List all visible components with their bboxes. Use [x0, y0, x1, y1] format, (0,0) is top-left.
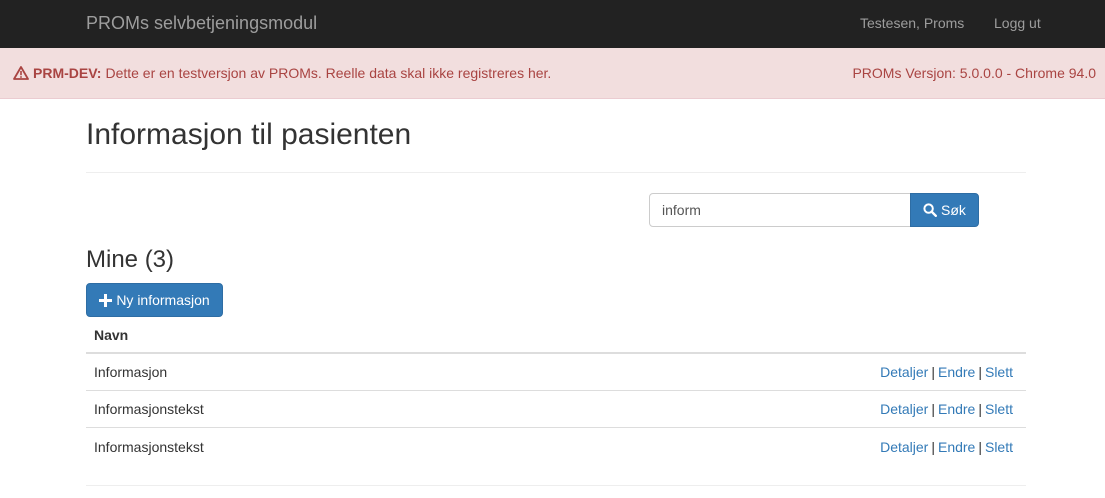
table-row: Informasjonstekst Detaljer | Endre | Slett: [86, 391, 1026, 428]
version-info: PROMs Versjon: 5.0.0.0 - Chrome 94.0: [852, 65, 1096, 81]
search-button[interactable]: Søk: [910, 193, 979, 227]
top-navbar: PROMs selvbetjeningsmodul Testesen, Prom…: [0, 0, 1105, 48]
action-separator: |: [931, 364, 935, 380]
delete-link[interactable]: Slett: [985, 364, 1013, 380]
plus-icon: [99, 293, 113, 307]
action-separator: |: [931, 438, 935, 455]
action-separator: |: [978, 438, 982, 455]
page-title: Informasjon til pasienten: [86, 118, 412, 151]
dev-environment-alert: PRM-DEV: Dette er en testversjon av PROM…: [0, 48, 1105, 99]
warning-icon: [13, 66, 29, 80]
edit-link[interactable]: Endre: [938, 439, 975, 455]
action-separator: |: [978, 401, 982, 417]
delete-link[interactable]: Slett: [985, 439, 1013, 455]
app-brand[interactable]: PROMs selvbetjeningsmodul: [86, 13, 317, 34]
delete-link[interactable]: Slett: [985, 401, 1013, 417]
alert-text: Dette er en testversjon av PROMs. Reelle…: [105, 65, 552, 81]
table-header-name: Navn: [86, 317, 1026, 354]
table-row: Informasjonstekst Detaljer | Endre | Slett: [86, 428, 1026, 465]
alert-message: PRM-DEV: Dette er en testversjon av PROM…: [13, 65, 551, 81]
edit-link[interactable]: Endre: [938, 364, 975, 380]
section-title: Mine (3): [86, 246, 175, 273]
details-link[interactable]: Detaljer: [880, 439, 928, 455]
action-separator: |: [931, 401, 935, 417]
details-link[interactable]: Detaljer: [880, 401, 928, 417]
search-input[interactable]: [649, 193, 911, 227]
row-actions: Detaljer | Endre | Slett: [880, 401, 1013, 417]
details-link[interactable]: Detaljer: [880, 364, 928, 380]
add-information-button[interactable]: Ny informasjon: [86, 283, 223, 317]
row-name: Informasjonstekst: [94, 438, 204, 455]
search-button-label: Søk: [941, 202, 966, 218]
edit-link[interactable]: Endre: [938, 401, 975, 417]
table-row: Informasjon Detaljer | Endre | Slett: [86, 354, 1026, 391]
row-name: Informasjonstekst: [94, 401, 204, 417]
divider: [86, 172, 1026, 173]
logout-link[interactable]: Logg ut: [994, 15, 1041, 31]
divider: [86, 485, 1026, 486]
user-name-link[interactable]: Testesen, Proms: [860, 15, 964, 31]
row-actions: Detaljer | Endre | Slett: [880, 439, 1013, 455]
alert-tag: PRM-DEV:: [33, 65, 102, 81]
search-icon: [923, 203, 938, 217]
row-actions: Detaljer | Endre | Slett: [880, 364, 1013, 380]
row-name: Informasjon: [94, 364, 168, 380]
information-table: Navn Informasjon Detaljer | Endre | Slett In…: [86, 317, 1026, 465]
add-button-label: Ny informasjon: [116, 292, 210, 308]
action-separator: |: [978, 364, 982, 380]
